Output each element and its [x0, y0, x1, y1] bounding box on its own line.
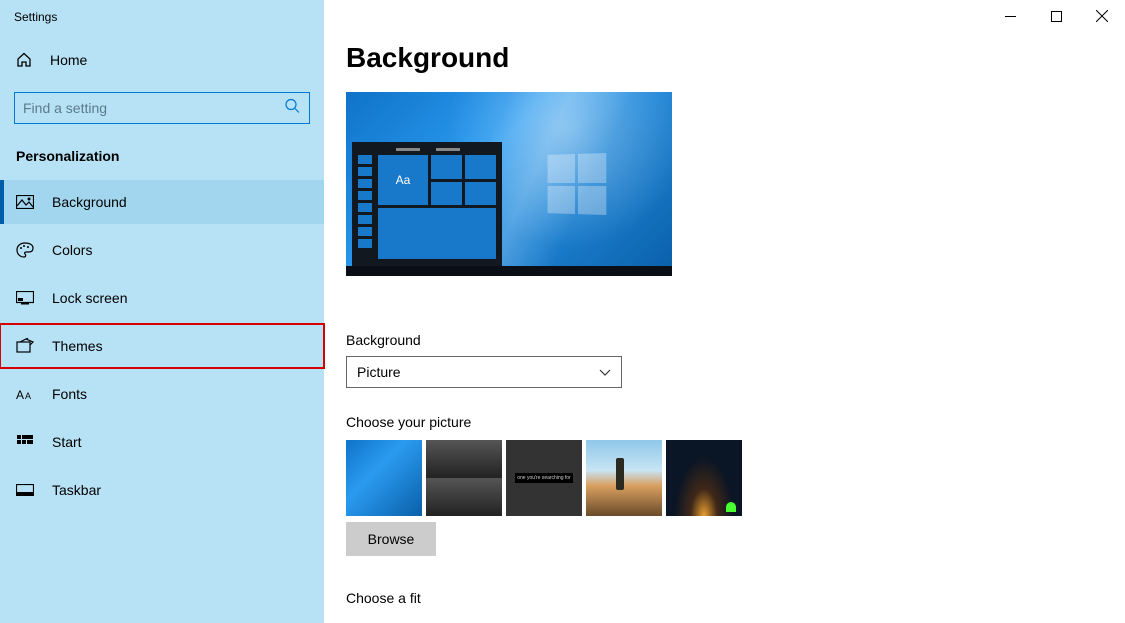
browse-button[interactable]: Browse	[346, 522, 436, 556]
background-label: Background	[346, 332, 1125, 348]
fonts-icon: AA	[16, 386, 34, 402]
sidebar: Settings Home Personalization Background…	[0, 0, 324, 623]
home-button[interactable]: Home	[0, 42, 324, 78]
themes-icon	[16, 338, 34, 354]
nav-background[interactable]: Background	[0, 180, 324, 224]
picture-thumbnails: one you're searching for	[346, 440, 1125, 516]
app-title: Settings	[0, 0, 324, 42]
background-select[interactable]: Picture	[346, 356, 622, 388]
picture-thumb[interactable]	[586, 440, 662, 516]
windows-logo-icon	[548, 153, 607, 215]
nav-label: Taskbar	[52, 482, 101, 498]
start-icon	[16, 434, 34, 450]
preview-sample-text: Aa	[378, 155, 428, 205]
choose-fit-label: Choose a fit	[346, 590, 1125, 606]
home-icon	[16, 52, 32, 68]
svg-text:A: A	[25, 391, 31, 401]
close-button[interactable]	[1079, 0, 1125, 32]
search-wrap	[14, 92, 310, 124]
background-select-value: Picture	[357, 364, 401, 380]
preview-startmenu: Aa	[352, 142, 502, 266]
nav-fonts[interactable]: AA Fonts	[0, 372, 324, 416]
home-label: Home	[50, 52, 87, 68]
picture-thumb[interactable]	[666, 440, 742, 516]
taskbar-icon	[16, 482, 34, 498]
nav-label: Lock screen	[52, 290, 127, 306]
nav: Background Colors Lock screen Themes AA …	[0, 180, 324, 512]
nav-colors[interactable]: Colors	[0, 228, 324, 272]
nav-label: Background	[52, 194, 127, 210]
picture-thumb[interactable]	[346, 440, 422, 516]
palette-icon	[16, 242, 34, 258]
preview-taskbar	[346, 266, 672, 276]
lockscreen-icon	[16, 290, 34, 306]
maximize-button[interactable]	[1033, 0, 1079, 32]
main: Background Aa Background Picture Choose …	[324, 0, 1125, 623]
search-icon	[284, 98, 300, 119]
nav-label: Colors	[52, 242, 92, 258]
search-input[interactable]	[14, 92, 310, 124]
nav-start[interactable]: Start	[0, 420, 324, 464]
choose-picture-label: Choose your picture	[346, 414, 1125, 430]
page-title: Background	[346, 42, 1125, 74]
svg-text:A: A	[16, 388, 24, 401]
minimize-button[interactable]	[987, 0, 1033, 32]
picture-thumb[interactable]	[426, 440, 502, 516]
chevron-down-icon	[599, 364, 611, 380]
nav-label: Themes	[52, 338, 103, 354]
nav-themes[interactable]: Themes	[0, 324, 324, 368]
section-title: Personalization	[0, 124, 324, 180]
nav-label: Fonts	[52, 386, 87, 402]
picture-thumb[interactable]: one you're searching for	[506, 440, 582, 516]
titlebar	[987, 0, 1125, 32]
background-preview: Aa	[346, 92, 672, 276]
nav-label: Start	[52, 434, 82, 450]
nav-taskbar[interactable]: Taskbar	[0, 468, 324, 512]
nav-lockscreen[interactable]: Lock screen	[0, 276, 324, 320]
picture-icon	[16, 194, 34, 210]
